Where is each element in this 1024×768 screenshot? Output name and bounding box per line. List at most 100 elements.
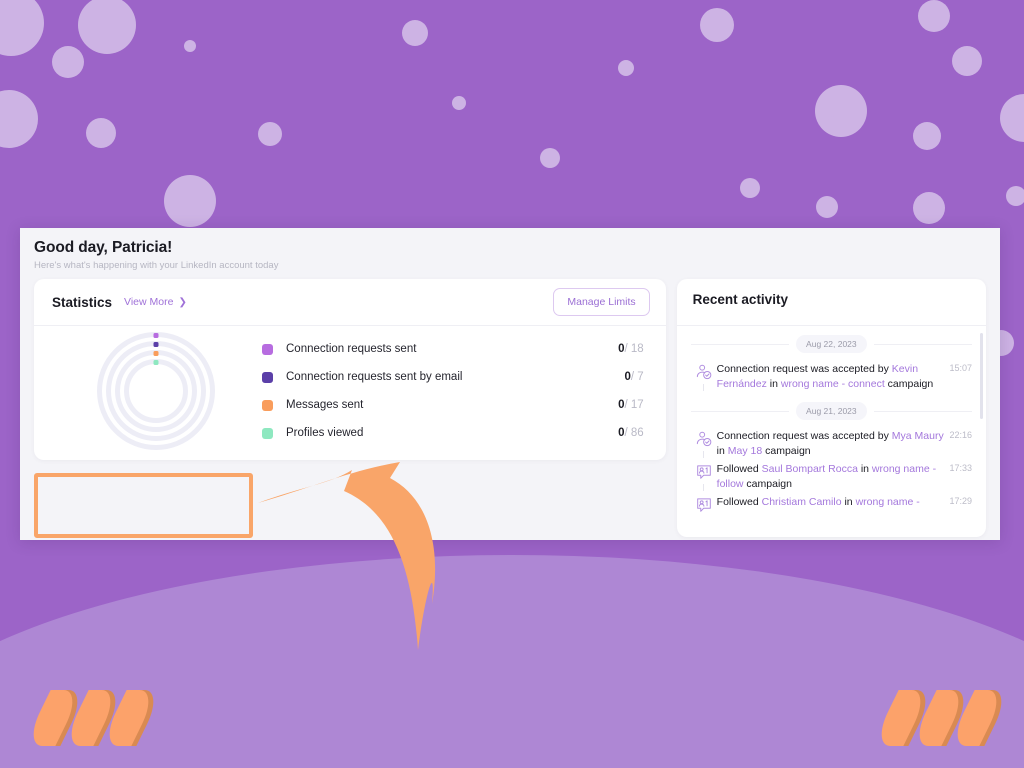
activity-link[interactable]: Mya Maury bbox=[892, 430, 944, 442]
page-title: Good day, Patricia! bbox=[34, 239, 173, 256]
recent-activity-list[interactable]: Aug 22, 2023 Connection request was accep… bbox=[677, 326, 986, 537]
background-bubble bbox=[0, 90, 38, 148]
legend-color-swatch bbox=[262, 427, 273, 439]
manage-limits-button[interactable]: Manage Limits bbox=[553, 288, 650, 316]
brand-stripe bbox=[947, 690, 1012, 746]
activity-item[interactable]: Followed Christiam Camilo in wrong name … bbox=[687, 493, 976, 519]
activity-link[interactable]: Christiam Camilo bbox=[762, 496, 842, 508]
legend-color-swatch bbox=[262, 343, 273, 355]
activity-text-fragment: campaign bbox=[884, 377, 934, 390]
background-bubble bbox=[740, 178, 760, 198]
legend-row: Messages sent 0/ 17 bbox=[262, 391, 644, 419]
view-more-label: View More bbox=[124, 296, 174, 308]
recent-activity-header: Recent activity bbox=[676, 279, 986, 326]
progress-ring-marker bbox=[153, 360, 159, 365]
app-window: Good day, Patricia! Here's what's happen… bbox=[20, 228, 1000, 540]
legend-label: Connection requests sent bbox=[286, 343, 417, 355]
background-bubble bbox=[816, 196, 838, 218]
activity-timeline-connector bbox=[703, 384, 705, 391]
view-more-link[interactable]: View More ❯ bbox=[124, 296, 187, 308]
background-bubble bbox=[1000, 94, 1024, 142]
activity-icon-column bbox=[691, 495, 717, 517]
follow-badge-icon bbox=[695, 496, 713, 514]
brand-stripe bbox=[99, 690, 164, 746]
background-bubble bbox=[184, 40, 196, 52]
activity-text-fragment: Followed bbox=[716, 463, 762, 475]
activity-date-separator: Aug 21, 2023 bbox=[687, 393, 976, 427]
activity-text-fragment: campaign bbox=[743, 477, 792, 490]
legend-label: Messages sent bbox=[286, 399, 364, 411]
activity-link[interactable]: May 18 bbox=[728, 445, 762, 457]
background-bubble bbox=[452, 96, 466, 110]
statistics-legend: Connection requests sent 0/ 18 Connection … bbox=[262, 335, 650, 447]
progress-rings-chart bbox=[50, 332, 262, 450]
greeting-block: Good day, Patricia! Here's what's happen… bbox=[20, 228, 1000, 279]
legend-value: 0/ 18 bbox=[618, 343, 644, 355]
background-bubble bbox=[540, 148, 560, 168]
legend-row: Connection requests sent by email 0/ 7 bbox=[262, 363, 644, 391]
background-bubble bbox=[618, 60, 634, 76]
legend-row: Connection requests sent 0/ 18 bbox=[262, 335, 644, 363]
activity-timeline-connector bbox=[703, 484, 705, 491]
activity-text-fragment: in bbox=[857, 463, 872, 475]
legend-color-swatch bbox=[262, 399, 273, 411]
activity-timestamp: 17:33 bbox=[949, 463, 972, 473]
background-bubble bbox=[78, 0, 136, 54]
activity-text: Followed Christiam Camilo in wrong name … bbox=[717, 495, 950, 517]
activity-item[interactable]: Connection request was accepted by Kevin… bbox=[687, 360, 976, 393]
background-bubble bbox=[913, 122, 941, 150]
background-bubble bbox=[815, 85, 867, 137]
statistics-header: Statistics View More ❯ Manage Limits bbox=[34, 279, 666, 326]
bottom-stats-wrap: 469Pending invitationsWithdraw21Unread m… bbox=[20, 537, 1000, 540]
background-bubble bbox=[913, 192, 945, 224]
legend-value: 0/ 86 bbox=[618, 427, 644, 439]
background-bubble bbox=[828, 116, 840, 128]
activity-link[interactable]: wrong name - bbox=[856, 496, 920, 508]
activity-link[interactable]: wrong name - connect bbox=[781, 378, 885, 390]
activity-scrollbar[interactable] bbox=[980, 333, 983, 419]
legend-total-value: / 17 bbox=[624, 399, 644, 411]
background-bubble bbox=[918, 0, 950, 32]
panels-row: Statistics View More ❯ Manage Limits Con… bbox=[20, 279, 1000, 537]
activity-text: Connection request was accepted by Kevin… bbox=[717, 362, 950, 391]
activity-text-fragment: Connection request was accepted by bbox=[716, 363, 892, 375]
legend-color-swatch bbox=[262, 371, 273, 383]
activity-timestamp: 15:07 bbox=[949, 363, 972, 373]
brand-stripe bbox=[23, 690, 88, 746]
background-bubble bbox=[86, 118, 116, 148]
brand-stripe bbox=[871, 690, 936, 746]
activity-date-chip: Aug 22, 2023 bbox=[796, 335, 867, 353]
activity-item[interactable]: Followed Saul Bompart Rocca in wrong nam… bbox=[687, 460, 976, 493]
activity-date-separator: Aug 22, 2023 bbox=[687, 326, 976, 360]
recent-activity-card: Recent activity Aug 22, 2023 Connection r… bbox=[676, 279, 986, 537]
activity-timestamp: 17:29 bbox=[949, 496, 972, 506]
activity-icon-column bbox=[691, 462, 717, 491]
brand-stripes-left bbox=[23, 690, 164, 746]
legend-label: Profiles viewed bbox=[286, 427, 364, 439]
progress-ring-marker bbox=[153, 351, 159, 356]
activity-timestamp: 22:16 bbox=[949, 430, 972, 440]
activity-text-fragment: Connection request was accepted by bbox=[716, 430, 892, 442]
activity-item[interactable]: Connection request was accepted by Mya M… bbox=[687, 427, 976, 460]
page-subtitle: Here's what's happening with your Linked… bbox=[34, 260, 279, 271]
background-bubble bbox=[164, 175, 216, 227]
legend-value: 0/ 17 bbox=[618, 399, 644, 411]
follow-badge-icon bbox=[695, 463, 713, 481]
recent-activity-title: Recent activity bbox=[692, 292, 788, 307]
legend-total-value: / 7 bbox=[630, 371, 644, 383]
person-check-icon bbox=[695, 363, 713, 381]
background-wave-shape bbox=[0, 555, 1024, 768]
activity-date-chip: Aug 21, 2023 bbox=[796, 402, 867, 420]
activity-text-fragment: Followed bbox=[716, 496, 762, 508]
statistics-title: Statistics bbox=[52, 294, 113, 310]
person-check-icon bbox=[695, 430, 713, 448]
activity-link[interactable]: Saul Bompart Rocca bbox=[762, 463, 858, 475]
progress-ring-marker bbox=[153, 342, 159, 347]
statistics-card: Statistics View More ❯ Manage Limits Con… bbox=[34, 279, 666, 460]
background-bubble bbox=[52, 46, 84, 78]
activity-text: Followed Saul Bompart Rocca in wrong nam… bbox=[717, 462, 950, 491]
background-bubble bbox=[952, 46, 982, 76]
activity-icon-column bbox=[691, 429, 717, 458]
statistics-body: Connection requests sent 0/ 18 Connection … bbox=[34, 326, 666, 460]
brand-stripe bbox=[909, 690, 974, 746]
